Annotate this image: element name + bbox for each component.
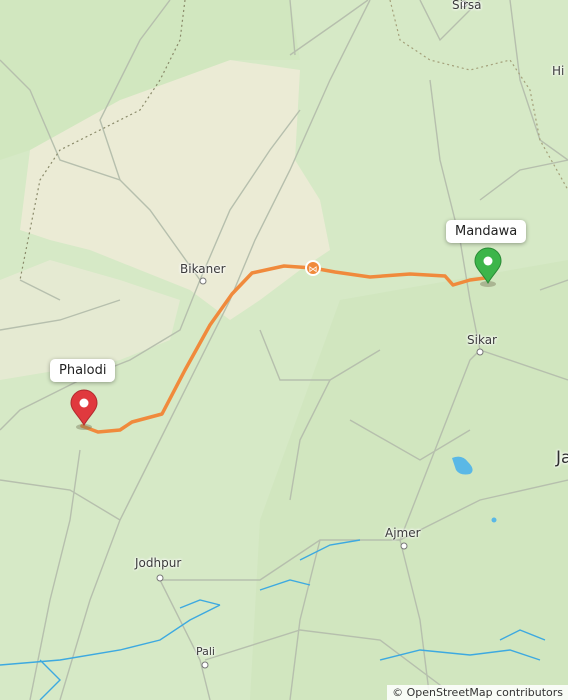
place-label-ajmer: Ajmer — [385, 526, 421, 540]
place-label-jaipur: Ja — [556, 448, 568, 468]
map-attribution[interactable]: © OpenStreetMap contributors — [387, 685, 568, 700]
map-view[interactable]: ⋈ Sirsa Hi Bikaner Sikar Ja Ajmer Jodhpu… — [0, 0, 568, 700]
place-label-sirsa: Sirsa — [452, 0, 482, 12]
place-label-sikar: Sikar — [467, 333, 497, 347]
svg-text:⋈: ⋈ — [309, 265, 318, 275]
place-label-hisar: Hi — [552, 64, 565, 78]
end-marker-label[interactable]: Mandawa — [446, 220, 527, 243]
map-canvas: ⋈ — [0, 0, 568, 700]
small-lake — [491, 517, 497, 523]
place-label-bikaner: Bikaner — [180, 262, 226, 276]
start-marker-label[interactable]: Phalodi — [50, 359, 116, 382]
place-label-jodhpur: Jodhpur — [135, 556, 182, 570]
toll-icon: ⋈ — [305, 260, 321, 276]
place-label-pali: Pali — [196, 645, 215, 658]
